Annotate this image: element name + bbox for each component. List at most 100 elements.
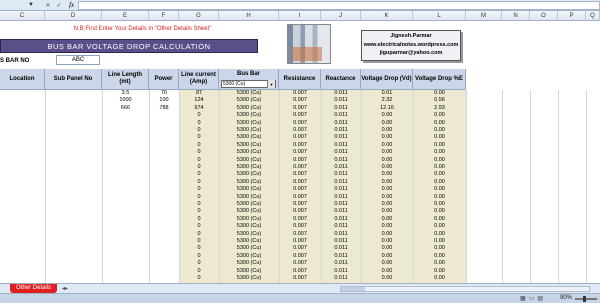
table-cell[interactable] (102, 194, 149, 202)
table-cell[interactable] (149, 134, 179, 142)
table-cell[interactable]: 0 (179, 186, 219, 194)
table-cell[interactable]: 0 (179, 245, 219, 253)
table-cell[interactable]: 0.00 (361, 142, 413, 150)
table-cell[interactable]: 788 (149, 105, 179, 113)
table-cell[interactable]: 0.011 (321, 127, 361, 135)
table-cell[interactable]: 0.011 (321, 112, 361, 120)
table-cell[interactable]: 0.007 (279, 223, 321, 231)
table-cell[interactable]: 0 (179, 253, 219, 261)
table-cell[interactable]: 0.011 (321, 157, 361, 165)
table-cell[interactable] (102, 171, 149, 179)
column-header[interactable]: J (321, 11, 361, 21)
table-cell[interactable]: 0.00 (361, 223, 413, 231)
table-cell[interactable]: 5300 (Cu) (219, 142, 279, 150)
table-cell[interactable]: 0.00 (413, 112, 466, 120)
table-cell[interactable]: 0 (179, 216, 219, 224)
table-cell[interactable]: 70 (149, 90, 179, 98)
table-cell[interactable]: 0 (179, 171, 219, 179)
column-header[interactable]: E (102, 11, 149, 21)
table-cell[interactable]: 0.011 (321, 171, 361, 179)
table-cell[interactable]: 0.00 (413, 127, 466, 135)
table-cell[interactable]: 0.011 (321, 149, 361, 157)
table-cell[interactable]: 0.00 (361, 216, 413, 224)
table-cell[interactable] (149, 275, 179, 283)
column-header[interactable]: G (179, 11, 219, 21)
table-cell[interactable]: 0.00 (361, 157, 413, 165)
table-cell[interactable]: 0.011 (321, 120, 361, 128)
table-cell[interactable]: 0.00 (361, 238, 413, 246)
table-cell[interactable]: 0.011 (321, 231, 361, 239)
table-cell[interactable] (102, 157, 149, 165)
table-cell[interactable]: 0.00 (413, 223, 466, 231)
column-header[interactable]: D (45, 11, 102, 21)
table-cell[interactable]: 0.011 (321, 208, 361, 216)
table-cell[interactable]: 5300 (Cu) (219, 216, 279, 224)
table-cell[interactable]: 0.00 (413, 157, 466, 165)
table-cell[interactable]: 5300 (Cu) (219, 105, 279, 113)
table-cell[interactable]: 0.007 (279, 231, 321, 239)
column-header[interactable]: Q (586, 11, 600, 21)
table-cell[interactable]: 0.011 (321, 90, 361, 98)
table-cell[interactable]: 0.007 (279, 186, 321, 194)
table-cell[interactable]: 2.93 (413, 105, 466, 113)
table-cell[interactable] (149, 260, 179, 268)
table-cell[interactable]: 5300 (Cu) (219, 275, 279, 283)
table-cell[interactable] (149, 157, 179, 165)
table-cell[interactable]: 0 (179, 201, 219, 209)
table-cell[interactable]: 5300 (Cu) (219, 268, 279, 276)
table-cell[interactable]: 0.007 (279, 164, 321, 172)
column-header[interactable]: I (279, 11, 321, 21)
table-cell[interactable]: 5300 (Cu) (219, 186, 279, 194)
table-cell[interactable]: 0.00 (361, 245, 413, 253)
table-cell[interactable]: 5300 (Cu) (219, 112, 279, 120)
table-cell[interactable]: 0.00 (413, 208, 466, 216)
table-cell[interactable]: 0.00 (413, 275, 466, 283)
table-cell[interactable]: 5300 (Cu) (219, 238, 279, 246)
table-cell[interactable]: 5300 (Cu) (219, 90, 279, 98)
table-cell[interactable]: 0.007 (279, 97, 321, 105)
chevron-down-icon[interactable]: ▼ (267, 80, 275, 88)
table-cell[interactable]: 0.011 (321, 275, 361, 283)
table-cell[interactable] (102, 238, 149, 246)
table-cell[interactable] (149, 268, 179, 276)
table-cell[interactable] (102, 164, 149, 172)
table-cell[interactable] (149, 201, 179, 209)
column-header[interactable]: M (466, 11, 502, 21)
table-cell[interactable]: 5300 (Cu) (219, 179, 279, 187)
table-cell[interactable]: 0.00 (413, 164, 466, 172)
scrollbar-thumb[interactable] (341, 287, 365, 291)
table-cell[interactable]: 3.5 (102, 90, 149, 98)
table-cell[interactable] (149, 142, 179, 150)
table-cell[interactable]: 0 (179, 112, 219, 120)
table-cell[interactable]: 0.007 (279, 90, 321, 98)
table-cell[interactable] (102, 186, 149, 194)
table-cell[interactable]: 124 (179, 97, 219, 105)
table-cell[interactable]: 0.00 (413, 90, 466, 98)
table-cell[interactable] (102, 223, 149, 231)
table-cell[interactable]: 0.007 (279, 238, 321, 246)
table-cell[interactable] (102, 112, 149, 120)
table-cell[interactable]: 5300 (Cu) (219, 127, 279, 135)
table-cell[interactable] (149, 253, 179, 261)
table-cell[interactable]: 0.00 (361, 120, 413, 128)
table-cell[interactable] (149, 179, 179, 187)
column-header[interactable]: F (149, 11, 179, 21)
table-cell[interactable] (102, 275, 149, 283)
horizontal-scrollbar[interactable] (340, 286, 590, 292)
table-cell[interactable]: 0 (179, 157, 219, 165)
table-cell[interactable]: 0.00 (361, 186, 413, 194)
table-cell[interactable]: 0 (179, 260, 219, 268)
table-cell[interactable]: 0.011 (321, 201, 361, 209)
column-header[interactable]: O (530, 11, 558, 21)
table-cell[interactable]: 5300 (Cu) (219, 157, 279, 165)
table-cell[interactable]: 0.00 (361, 260, 413, 268)
page-break-icon[interactable]: ▤ (537, 295, 543, 302)
table-cell[interactable] (102, 120, 149, 128)
table-cell[interactable]: 5300 (Cu) (219, 134, 279, 142)
table-cell[interactable]: 666 (102, 105, 149, 113)
table-cell[interactable] (102, 134, 149, 142)
table-cell[interactable]: 5300 (Cu) (219, 245, 279, 253)
table-cell[interactable]: 0.00 (413, 268, 466, 276)
table-cell[interactable]: 0.007 (279, 171, 321, 179)
table-cell[interactable]: 0 (179, 275, 219, 283)
